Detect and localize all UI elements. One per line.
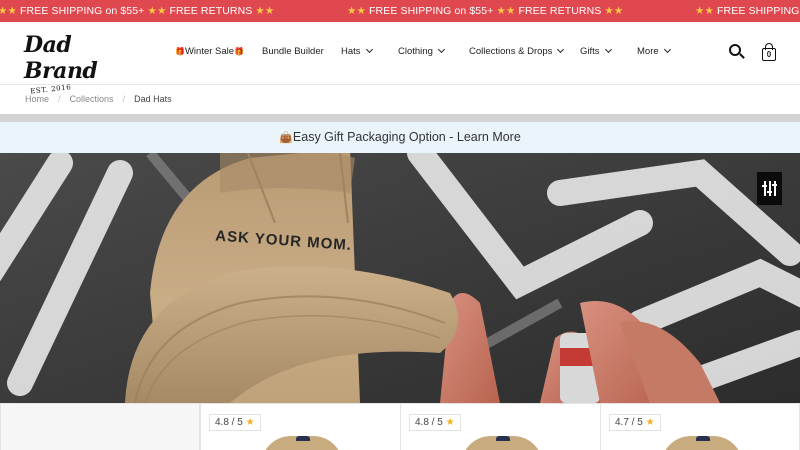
cart-count: 0 bbox=[766, 50, 772, 59]
star-icon: ★ bbox=[445, 417, 455, 428]
product-card[interactable]: 4.8 / 5 ★ bbox=[400, 403, 601, 450]
nav-winter-sale[interactable]: 🎁Winter Sale🎁 bbox=[175, 46, 244, 57]
gift-bag-icon: 👜 bbox=[279, 132, 293, 144]
nav-clothing[interactable]: Clothing bbox=[398, 45, 445, 57]
nav-bundle-builder[interactable]: Bundle Builder bbox=[262, 46, 324, 57]
product-card-placeholder bbox=[0, 403, 200, 450]
brand-logo[interactable]: Dad Brand EST. 2016 bbox=[24, 32, 136, 96]
breadcrumb-home[interactable]: Home bbox=[25, 94, 49, 104]
rating-badge: 4.7 / 5 ★ bbox=[609, 414, 661, 431]
product-grid: 4.8 / 5 ★ 4.8 / 5 ★ 4.7 / 5 ★ bbox=[0, 403, 800, 450]
product-image[interactable] bbox=[661, 436, 743, 450]
star-icon: ★ bbox=[245, 417, 255, 428]
announcement-segment: ★★ FREE SHIPPING on $55+ ★★ FREE RETURNS… bbox=[0, 5, 275, 17]
announcement-segment: ★★ FREE SHIPPING on $5 bbox=[695, 5, 800, 17]
collection-hero-image: ASK YOUR MOM. bbox=[0, 153, 800, 403]
announcement-segment: ★★ FREE SHIPPING on $55+ ★★ FREE RETURNS… bbox=[347, 5, 624, 17]
product-image[interactable] bbox=[261, 436, 343, 450]
rating-badge: 4.8 / 5 ★ bbox=[409, 414, 461, 431]
breadcrumb-current: Dad Hats bbox=[134, 94, 172, 104]
chevron-down-icon bbox=[604, 45, 612, 54]
product-card[interactable]: 4.8 / 5 ★ bbox=[200, 403, 401, 450]
breadcrumb-collections[interactable]: Collections bbox=[70, 94, 114, 104]
product-card[interactable]: 4.7 / 5 ★ bbox=[600, 403, 800, 450]
nav-gifts[interactable]: Gifts bbox=[580, 45, 612, 57]
cart-icon[interactable]: 0 bbox=[761, 43, 777, 61]
gift-packaging-promo[interactable]: 👜Easy Gift Packaging Option - Learn More bbox=[0, 122, 800, 153]
logo-wordmark: Dad Brand bbox=[24, 32, 98, 84]
rating-badge: 4.8 / 5 ★ bbox=[209, 414, 261, 431]
promo-text: Easy Gift Packaging Option - Learn More bbox=[292, 130, 521, 144]
search-icon[interactable] bbox=[729, 44, 745, 60]
chevron-down-icon bbox=[437, 45, 445, 54]
product-image[interactable] bbox=[461, 436, 543, 450]
announcement-bar: ★★ FREE SHIPPING on $55+ ★★ FREE RETURNS… bbox=[0, 0, 800, 22]
star-icon: ★ bbox=[645, 417, 655, 428]
hero-photo: ASK YOUR MOM. bbox=[0, 153, 800, 403]
gift-icon: 🎁 bbox=[175, 47, 185, 56]
site-header: Dad Brand EST. 2016 🎁Winter Sale🎁 Bundle… bbox=[0, 22, 800, 96]
breadcrumb: Home / Collections / Dad Hats bbox=[25, 94, 172, 104]
nav-hats[interactable]: Hats bbox=[341, 45, 373, 57]
nav-more[interactable]: More bbox=[637, 45, 671, 57]
divider bbox=[0, 114, 800, 122]
chevron-down-icon bbox=[663, 45, 671, 54]
gift-icon: 🎁 bbox=[234, 47, 245, 56]
chevron-down-icon bbox=[557, 45, 565, 54]
filter-sliders-icon[interactable] bbox=[757, 172, 782, 205]
chevron-down-icon bbox=[365, 45, 373, 54]
nav-collections-drops[interactable]: Collections & Drops bbox=[469, 45, 565, 57]
